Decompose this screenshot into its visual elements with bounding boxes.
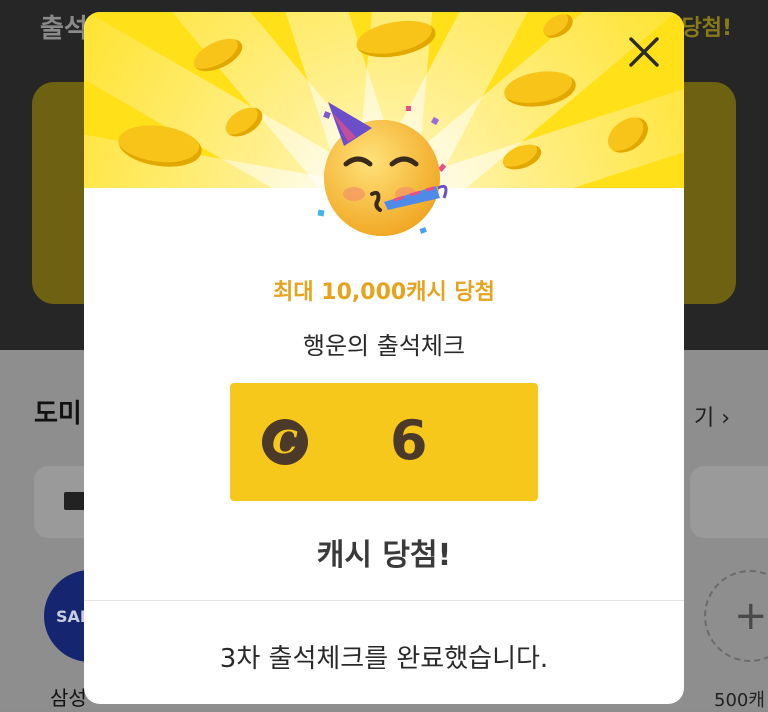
- result-label: 캐시 당첨!: [316, 538, 452, 573]
- background-chip-right: [690, 466, 768, 538]
- close-icon: [629, 37, 659, 67]
- background-more-link: 기 ›: [693, 406, 730, 431]
- background-add-label: 500캐: [714, 690, 765, 711]
- cash-coin-icon: C: [262, 419, 308, 465]
- cash-amount: 6: [390, 409, 428, 472]
- completion-message: 3차 출석체크를 완료했습니다.: [219, 644, 549, 674]
- close-button[interactable]: [622, 30, 666, 74]
- attendance-result-modal: 최대 10,000캐시 당첨 행운의 출석체크 C 6 캐시 당첨! 3차 출석…: [84, 12, 684, 704]
- background-title-right: 당첨!: [681, 16, 732, 41]
- background-brand-label: 삼성: [50, 686, 87, 710]
- cash-result-box: C 6: [230, 383, 538, 501]
- background-section-title: 도미: [34, 399, 82, 429]
- truck-icon: [64, 492, 86, 510]
- divider: [84, 600, 684, 601]
- background-title: 출석: [40, 14, 88, 44]
- partying-face-emoji: [314, 102, 454, 242]
- promo-text: 최대 10,000캐시 당첨: [273, 280, 495, 305]
- modal-subtitle: 행운의 출석체크: [302, 332, 466, 360]
